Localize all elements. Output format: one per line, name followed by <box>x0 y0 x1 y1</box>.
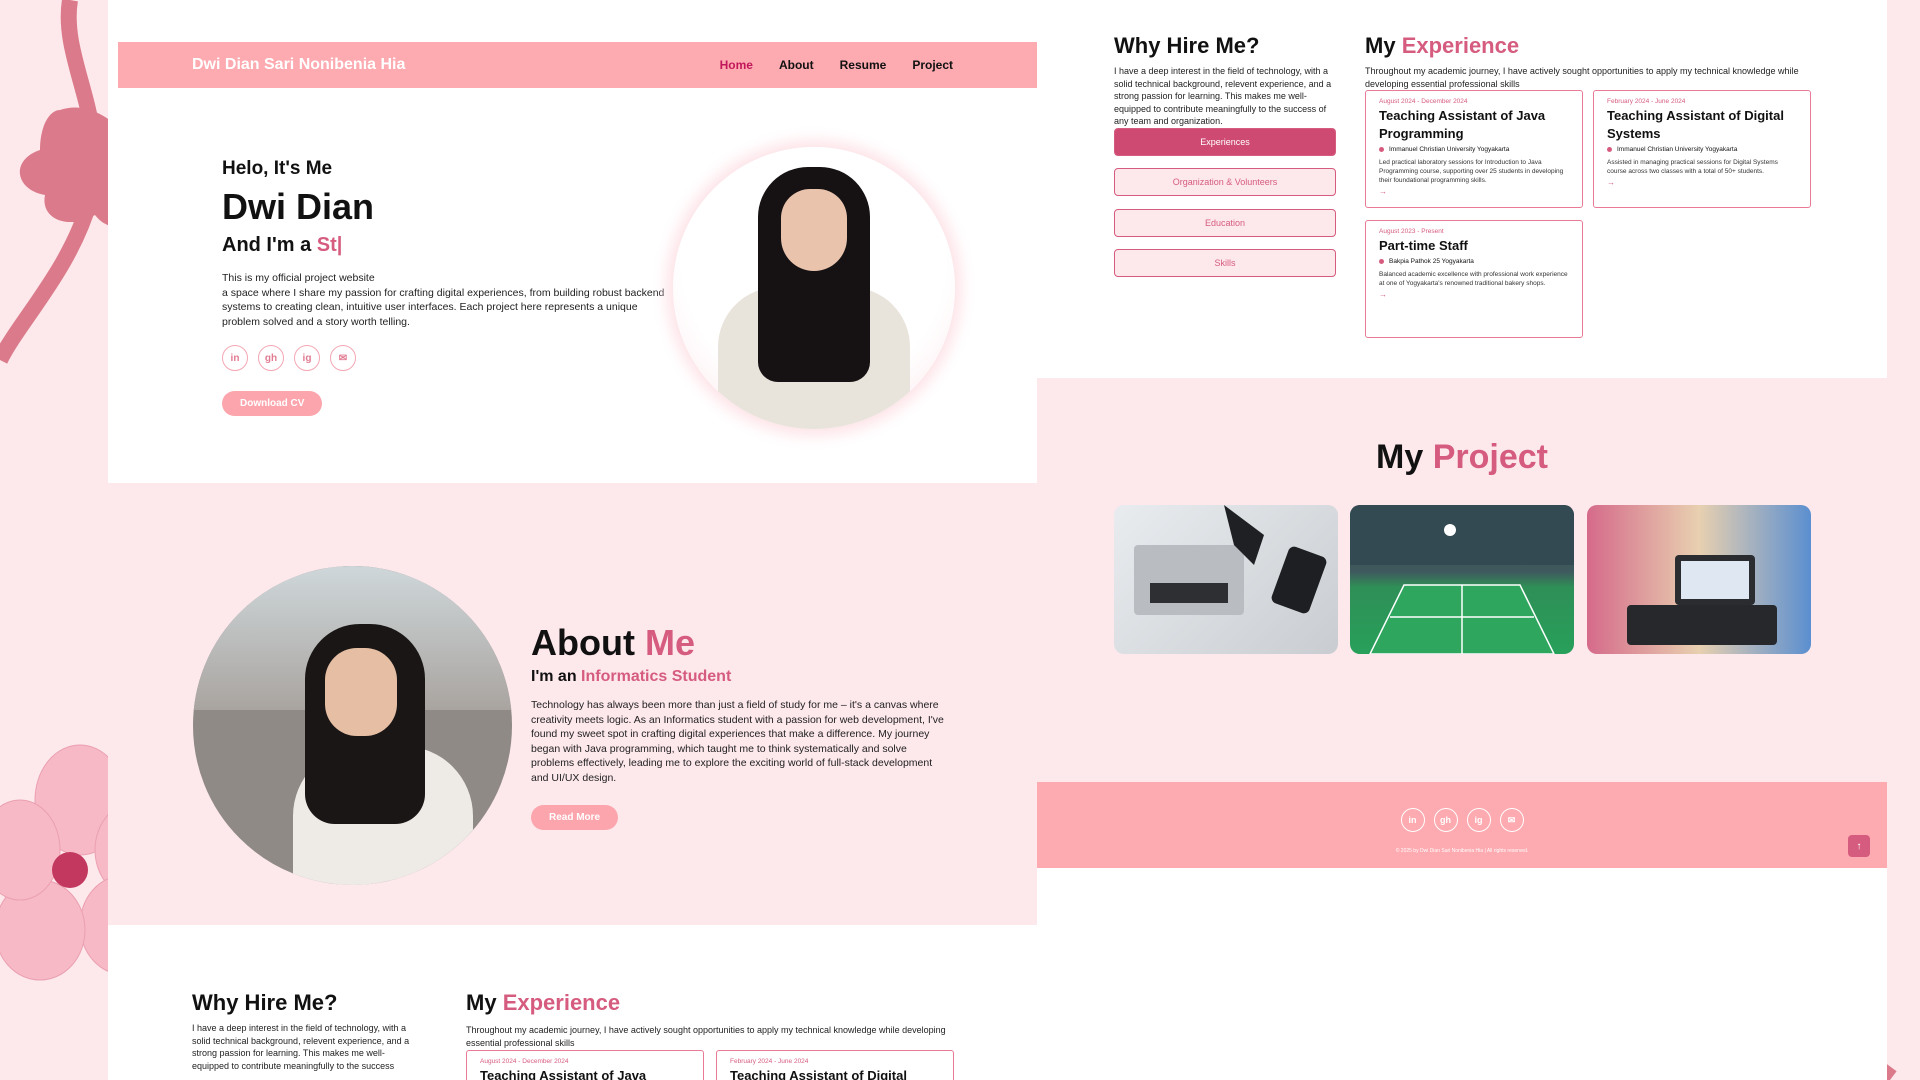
linkedin-icon[interactable]: in <box>222 345 248 371</box>
why-hire-text-bottom: I have a deep interest in the field of t… <box>192 1023 410 1071</box>
hero-intro-line2: a space where I share my passion for cra… <box>222 286 665 328</box>
card-org: Immanuel Christian University Yogyakarta <box>1379 146 1569 153</box>
card-date: August 2024 - December 2024 <box>480 1058 569 1065</box>
experience-title: My Experience <box>1365 33 1519 59</box>
about-profile-photo <box>190 563 515 888</box>
project-thumbnail-3[interactable] <box>1587 505 1811 654</box>
card-date: August 2023 - Present <box>1379 228 1444 235</box>
hero-role-prefix: And I'm a <box>222 234 312 256</box>
footer: in gh ig ✉ © 2025 by Dwi Dian Sari Nonib… <box>1037 782 1887 868</box>
card-role: Teaching Assistant of Digital Systems <box>1607 108 1784 141</box>
about-title: About Me <box>531 622 951 664</box>
hero-profile-photo <box>673 147 955 429</box>
card-org: Bakpia Pathok 25 Yogyakarta <box>1379 258 1569 265</box>
project-thumbnail-2[interactable] <box>1350 505 1574 654</box>
why-hire-title-bottom: Why Hire Me? <box>192 990 338 1015</box>
why-hire-title: Why Hire Me? <box>1114 33 1260 58</box>
experience-card-bottom-2[interactable]: February 2024 - June 2024 Teaching Assis… <box>716 1050 954 1080</box>
hero-role: And I'm a St| <box>222 234 672 257</box>
about-content: About Me I'm an Informatics Student Tech… <box>531 622 951 830</box>
project-title-accent: Project <box>1432 438 1548 476</box>
download-cv-button[interactable]: Download CV <box>222 391 323 416</box>
email-icon[interactable]: ✉ <box>1499 808 1524 832</box>
footer-copyright: © 2025 by Dwi Dian Sari Nonibenia Hia | … <box>1395 848 1529 854</box>
about-subtitle: I'm an Informatics Student <box>531 668 951 686</box>
read-more-button[interactable]: Read More <box>531 805 619 830</box>
arrow-right-icon[interactable]: → <box>1379 290 1569 299</box>
experience-title-accent: Experience <box>502 990 621 1015</box>
project-thumbnail-1[interactable] <box>1114 505 1338 654</box>
experience-title-main: My <box>466 990 497 1015</box>
why-hire-section: Why Hire Me? I have a deep interest in t… <box>1114 33 1339 128</box>
email-icon[interactable]: ✉ <box>330 345 356 371</box>
hero-role-typed: St| <box>316 234 343 256</box>
card-desc: Assisted in managing practical sessions … <box>1607 159 1778 175</box>
project-title-main: My <box>1376 438 1424 476</box>
github-icon[interactable]: gh <box>1433 808 1458 832</box>
experience-card-bottom-1[interactable]: August 2024 - December 2024 Teaching Ass… <box>466 1050 704 1080</box>
experience-card-1[interactable]: August 2024 - December 2024 Teaching Ass… <box>1365 90 1583 208</box>
nav-links: Home About Resume Project <box>720 58 953 72</box>
experience-card-2[interactable]: February 2024 - June 2024 Teaching Assis… <box>1593 90 1811 208</box>
nav-home[interactable]: Home <box>720 58 753 72</box>
card-role: Teaching Assistant of Digital <box>730 1068 907 1080</box>
hero-section: Helo, It's Me Dwi Dian And I'm a St| Thi… <box>222 158 672 416</box>
card-desc: Led practical laboratory sessions for In… <box>1379 159 1564 184</box>
project-title: My Project <box>1037 438 1887 477</box>
linkedin-icon[interactable]: in <box>1400 808 1425 832</box>
resume-tabs: Experiences Organization & Volunteers Ed… <box>1114 128 1336 278</box>
about-subtitle-accent: Informatics Student <box>581 668 732 685</box>
nav-project[interactable]: Project <box>912 58 953 72</box>
why-hire-text: I have a deep interest in the field of t… <box>1114 66 1332 126</box>
about-paragraph: Technology has always been more than jus… <box>531 699 944 784</box>
footer-socials: in gh ig ✉ <box>1037 808 1887 832</box>
tab-experiences[interactable]: Experiences <box>1114 128 1336 156</box>
back-to-top-button[interactable]: ↑ <box>1848 835 1870 857</box>
github-icon[interactable]: gh <box>258 345 284 371</box>
experience-title-bottom: My Experience <box>466 990 620 1016</box>
arrow-right-icon[interactable]: → <box>1379 187 1569 196</box>
hero-greeting: Helo, It's Me <box>222 158 333 179</box>
instagram-icon[interactable]: ig <box>294 345 320 371</box>
card-date: August 2024 - December 2024 <box>1379 98 1468 105</box>
card-date: February 2024 - June 2024 <box>1607 98 1686 105</box>
about-title-accent: Me <box>644 622 695 663</box>
instagram-icon[interactable]: ig <box>1466 808 1491 832</box>
about-title-main: About <box>531 622 635 663</box>
tab-education[interactable]: Education <box>1114 209 1336 237</box>
experience-title-accent: Experience <box>1401 33 1520 58</box>
why-hire-bottom: Why Hire Me? I have a deep interest in t… <box>192 990 417 1072</box>
card-role: Part-time Staff <box>1379 238 1468 253</box>
about-subtitle-prefix: I'm an <box>531 668 577 685</box>
experience-card-3[interactable]: August 2023 - Present Part-time Staff Ba… <box>1365 220 1583 338</box>
nav-about[interactable]: About <box>779 58 814 72</box>
card-desc: Balanced academic excellence with profes… <box>1379 271 1568 287</box>
hero-intro: This is my official project website a sp… <box>222 271 672 329</box>
hero-name: Dwi Dian <box>222 186 375 227</box>
portfolio-collage: Dwi Dian Sari Nonibenia Hia Home About R… <box>0 0 1920 1080</box>
cashier-pos-image <box>1627 555 1777 645</box>
card-org: Immanuel Christian University Yogyakarta <box>1607 146 1797 153</box>
hero-socials: in gh ig ✉ <box>222 345 672 371</box>
card-date: February 2024 - June 2024 <box>730 1058 809 1065</box>
navbar: Dwi Dian Sari Nonibenia Hia Home About R… <box>118 42 1037 88</box>
tab-organization[interactable]: Organization & Volunteers <box>1114 168 1336 196</box>
card-role: Teaching Assistant of Java Programming <box>1379 108 1546 141</box>
hero-intro-line1: This is my official project website <box>222 272 375 284</box>
arrow-right-icon[interactable]: → <box>1607 178 1797 187</box>
badminton-court-image <box>1350 505 1574 654</box>
card-role: Teaching Assistant of Java <box>480 1068 647 1080</box>
experience-intro: Throughout my academic journey, I have a… <box>1365 66 1799 89</box>
brand-logo[interactable]: Dwi Dian Sari Nonibenia Hia <box>192 56 405 74</box>
experience-title-main: My <box>1365 33 1396 58</box>
experience-intro-bottom: Throughout my academic journey, I have a… <box>466 1025 946 1048</box>
nav-resume[interactable]: Resume <box>840 58 887 72</box>
tab-skills[interactable]: Skills <box>1114 249 1336 277</box>
laptop-handshake-image <box>1134 505 1327 615</box>
